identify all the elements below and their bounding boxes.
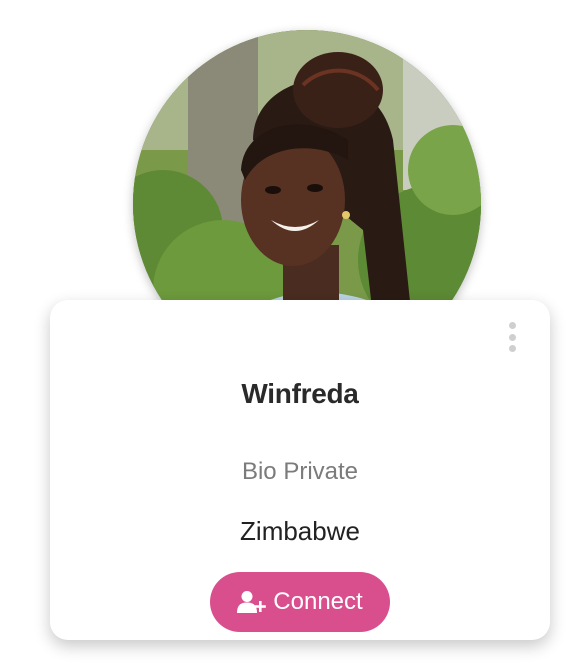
menu-dot [508,322,516,329]
user-plus-icon [237,590,267,614]
profile-country: Zimbabwe [240,516,360,546]
profile-card-stage: Winfreda Bio Private Zimbabwe Connect [0,0,580,664]
connect-label: Connect [273,588,363,615]
profile-card: Winfreda Bio Private Zimbabwe Connect [50,300,550,640]
menu-dot [508,333,516,341]
more-vertical-icon[interactable] [504,320,520,354]
profile-name: Winfreda [241,378,359,409]
menu-dot [508,345,516,352]
connect-button[interactable]: Connect [210,572,390,632]
profile-bio: Bio Private [241,458,359,485]
